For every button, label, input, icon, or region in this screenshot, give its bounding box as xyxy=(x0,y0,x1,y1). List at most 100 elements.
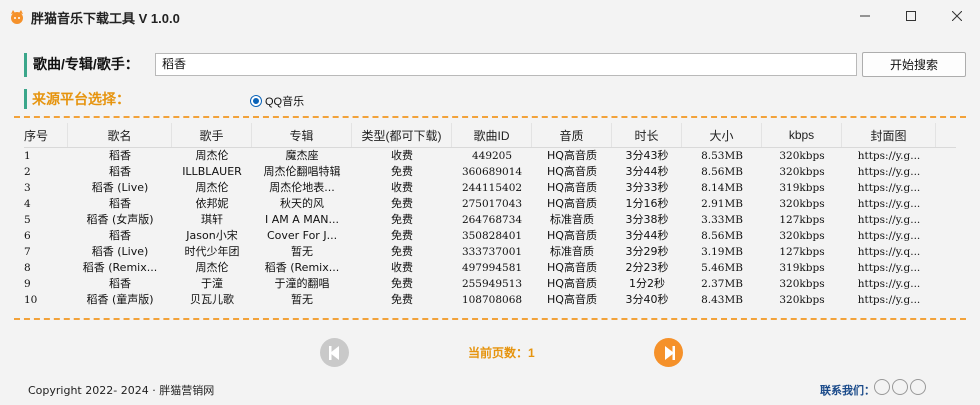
table-cell: 标准音质 xyxy=(550,213,594,226)
contact-label: 联系我们： xyxy=(820,385,875,397)
table-cell: 244115402 xyxy=(461,182,523,194)
table-row[interactable]: 1 稻香 周杰伦 魔杰座 收费 449205 HQ高音质 3分43秒 8.53MB 320kbps… xyxy=(24,148,956,164)
table-cell: 稻香 (童声版) xyxy=(86,293,154,306)
table-cell: 264768734 xyxy=(461,214,523,226)
radio-selected-icon[interactable] xyxy=(250,95,262,107)
table-cell: 4 xyxy=(24,198,31,210)
column-header[interactable]: 专辑 xyxy=(252,123,352,147)
next-page-icon xyxy=(664,345,675,360)
table-row[interactable]: 5 稻香 (女声版) 琪轩 I AM A MAN... 免费 264768734 标准音质 3… xyxy=(24,212,956,228)
table-cell: 时代少年团 xyxy=(184,245,240,258)
table-cell: 暂无 xyxy=(291,245,313,258)
maximize-button[interactable] xyxy=(888,0,934,32)
column-header[interactable]: 歌曲ID xyxy=(452,123,532,147)
source-label: 来源平台选择： xyxy=(24,89,130,109)
table-row[interactable]: 3 稻香 (Live) 周杰伦 周杰伦地表... 收费 244115402 HQ高音质 3分3… xyxy=(24,180,956,196)
table-cell: 1 xyxy=(24,150,31,162)
table-cell: 收费 xyxy=(391,149,413,162)
column-header[interactable]: 大小 xyxy=(682,123,762,147)
table-cell: 依邦妮 xyxy=(195,197,229,210)
table-cell: HQ高音质 xyxy=(547,165,597,178)
table-cell: 320kbps xyxy=(779,150,825,162)
column-header[interactable]: 序号 xyxy=(24,123,68,147)
table-cell: 稻香 xyxy=(109,277,131,290)
column-header[interactable]: 时长 xyxy=(612,123,682,147)
current-page-label: 当前页数：1 xyxy=(468,346,535,360)
table-cell: 2.37MB xyxy=(701,278,743,290)
table-cell: 360689014 xyxy=(461,166,523,178)
copyright-text: Copyright 2022- 2024 · 胖猫营销网 xyxy=(28,384,215,397)
table-cell: 于潼的翻唱 xyxy=(274,277,330,290)
table-cell: 127kbps xyxy=(779,246,825,258)
table-cell: HQ高音质 xyxy=(547,293,597,306)
search-input[interactable]: 稻香 xyxy=(155,53,857,76)
table-cell: 350828401 xyxy=(461,230,523,242)
table-cell: 周杰伦 xyxy=(195,261,229,274)
table-row[interactable]: 7 稻香 (Live) 时代少年团 暂无 免费 333737001 标准音质 3分29秒 3.1… xyxy=(24,244,956,260)
table-row[interactable]: 4 稻香 依邦妮 秋天的风 免费 275017043 HQ高音质 1分16秒 2.91MB 320… xyxy=(24,196,956,212)
source-option-qq[interactable]: QQ音乐 xyxy=(250,93,304,109)
table-cell: 1分16秒 xyxy=(625,197,669,210)
table-cell: 稻香 xyxy=(109,229,131,242)
table-row[interactable]: 10 稻香 (童声版) 贝瓦儿歌 暂无 免费 108708068 HQ高音质 3分40秒 8.4… xyxy=(24,292,956,308)
column-header[interactable]: 歌名 xyxy=(68,123,172,147)
search-button[interactable]: 开始搜索 xyxy=(862,52,966,77)
table-cell: 3 xyxy=(24,182,31,194)
table-cell: 稻香 (Remix... xyxy=(82,261,158,274)
next-page-button[interactable] xyxy=(654,338,683,367)
table-cell: https://y.g... xyxy=(857,230,921,242)
table-cell: 1分2秒 xyxy=(629,277,665,290)
table-cell: HQ高音质 xyxy=(547,277,597,290)
table-cell: 周杰伦 xyxy=(195,181,229,194)
table-cell: 免费 xyxy=(391,229,413,242)
column-header[interactable]: 歌手 xyxy=(172,123,252,147)
table-cell: 8.43MB xyxy=(701,294,743,306)
close-button[interactable] xyxy=(934,0,980,32)
table-cell: I AM A MAN... xyxy=(264,213,339,226)
table-cell: 3分29秒 xyxy=(625,245,669,258)
table-cell: 108708068 xyxy=(461,294,523,306)
prev-page-button[interactable] xyxy=(320,338,349,367)
contact-mail-icon[interactable] xyxy=(910,379,926,395)
column-header[interactable]: kbps xyxy=(762,123,842,147)
table-cell: ILLBLAUER xyxy=(182,165,242,178)
table-cell: 3分44秒 xyxy=(625,229,669,242)
table-cell: 2分23秒 xyxy=(625,261,669,274)
column-header[interactable]: 音质 xyxy=(532,123,612,147)
contact-wechat-icon[interactable] xyxy=(874,379,890,395)
table-row[interactable]: 6 稻香 Jason小宋 Cover For J... 免费 350828401 HQ高音质… xyxy=(24,228,956,244)
table-cell: HQ高音质 xyxy=(547,197,597,210)
table-cell: 6 xyxy=(24,230,31,242)
table-cell: 稻香 (Live) xyxy=(91,245,149,258)
table-cell: 稻香 (Live) xyxy=(91,181,149,194)
table-cell: 320kbps xyxy=(779,294,825,306)
table-cell: 8.56MB xyxy=(701,230,743,242)
results-table[interactable]: 序号 歌名 歌手 专辑 类型(都可下载) 歌曲ID 音质 时长 大小 kbps 封面图 1 稻香 周杰伦… xyxy=(24,123,956,308)
table-row[interactable]: 9 稻香 于潼 于潼的翻唱 免费 255949513 HQ高音质 1分2秒 2.37MB 320k… xyxy=(24,276,956,292)
table-cell: https://y.g... xyxy=(857,182,921,194)
table-header: 序号 歌名 歌手 专辑 类型(都可下载) 歌曲ID 音质 时长 大小 kbps 封面图 xyxy=(24,123,956,148)
table-cell: 稻香 xyxy=(109,197,131,210)
table-cell: HQ高音质 xyxy=(547,229,597,242)
table-cell: 7 xyxy=(24,246,31,258)
table-row[interactable]: 8 稻香 (Remix... 周杰伦 稻香 (Remix... 收费 497994581 H… xyxy=(24,260,956,276)
column-header[interactable]: 封面图 xyxy=(842,123,936,147)
table-cell: Cover For J... xyxy=(266,229,338,242)
table-cell: 3分43秒 xyxy=(625,149,669,162)
table-cell: 暂无 xyxy=(291,293,313,306)
table-cell: 3分40秒 xyxy=(625,293,669,306)
column-header[interactable]: 类型(都可下载) xyxy=(352,123,452,147)
contact-icons[interactable] xyxy=(874,379,926,395)
table-row[interactable]: 2 稻香 ILLBLAUER 周杰伦翻唱特辑 免费 360689014 HQ高音质 3分44秒… xyxy=(24,164,956,180)
table-cell: 8.53MB xyxy=(701,150,743,162)
table-cell: 免费 xyxy=(391,165,413,178)
table-cell: 255949513 xyxy=(461,278,523,290)
table-cell: https://y.g... xyxy=(857,262,921,274)
search-label: 歌曲/专辑/歌手： xyxy=(24,53,139,77)
table-cell: 免费 xyxy=(391,245,413,258)
minimize-button[interactable] xyxy=(842,0,888,32)
contact-qq-icon[interactable] xyxy=(892,379,908,395)
table-cell: 3分38秒 xyxy=(625,213,669,226)
table-cell: 周杰伦翻唱特辑 xyxy=(263,165,341,178)
table-cell: https://y.g... xyxy=(857,150,921,162)
